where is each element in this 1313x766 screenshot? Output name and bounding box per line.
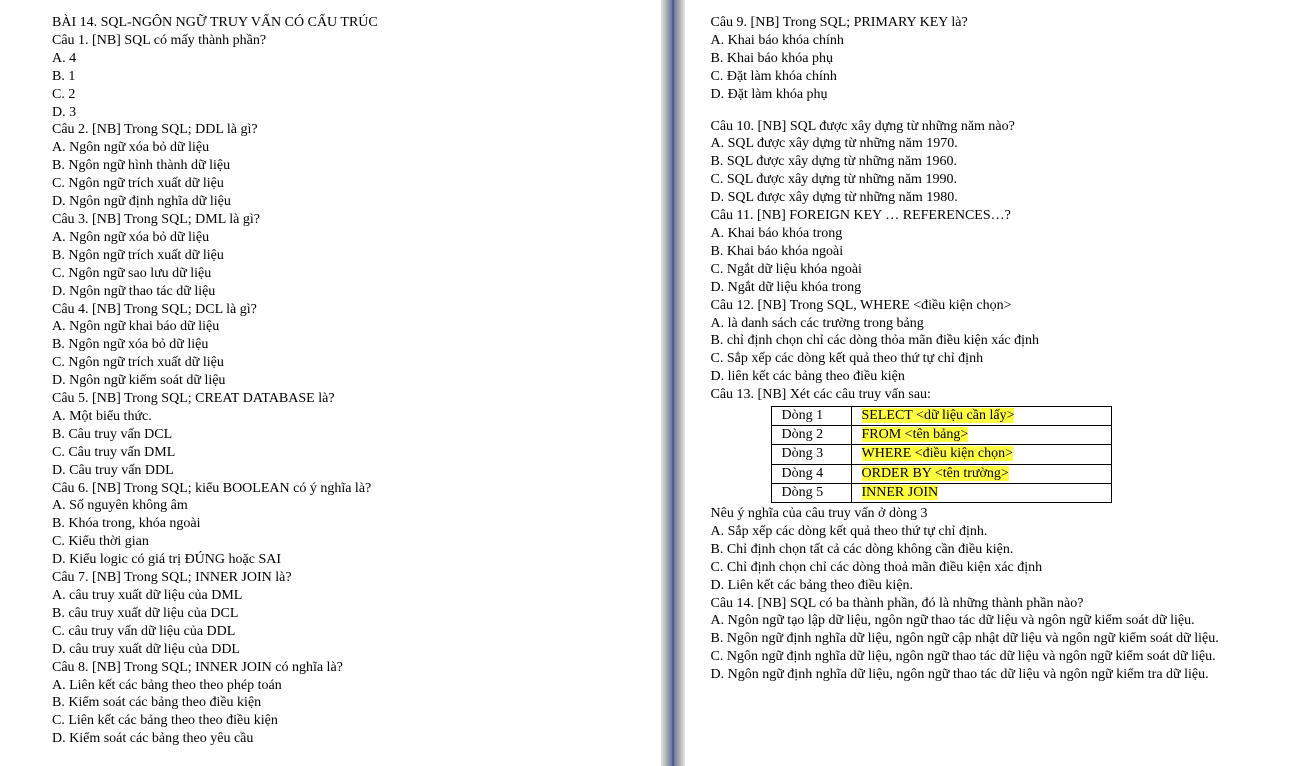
question-12: Câu 12. [NB] Trong SQL, WHERE <điều kiện…: [711, 297, 1296, 315]
document-spread: BÀI 14. SQL-NGÔN NGỮ TRUY VẤN CÓ CẤU TRÚ…: [0, 0, 1313, 766]
q11-option-b: B. Khai báo khóa ngoài: [711, 243, 1296, 261]
question-8: Câu 8. [NB] Trong SQL; INNER JOIN có ngh…: [52, 659, 637, 677]
q14-option-b: B. Ngôn ngữ định nghĩa dữ liệu, ngôn ngữ…: [711, 630, 1296, 648]
highlighted-text: WHERE <điều kiện chọn>: [862, 446, 1013, 461]
q3-option-d: D. Ngôn ngữ thao tác dữ liệu: [52, 283, 637, 301]
q9-option-a: A. Khai báo khóa chính: [711, 32, 1296, 50]
q4-option-b: B. Ngôn ngữ xóa bỏ dữ liệu: [52, 336, 637, 354]
q1-option-a: A. 4: [52, 50, 637, 68]
q12-option-c: C. Sắp xếp các dòng kết quả theo thứ tự …: [711, 350, 1296, 368]
q5-option-a: A. Một biểu thức.: [52, 408, 637, 426]
q14-option-a: A. Ngôn ngữ tạo lập dữ liệu, ngôn ngữ th…: [711, 612, 1296, 630]
page-right: Câu 9. [NB] Trong SQL; PRIMARY KEY là? A…: [685, 0, 1313, 766]
page-left: BÀI 14. SQL-NGÔN NGỮ TRUY VẤN CÓ CẤU TRÚ…: [0, 0, 661, 766]
q8-option-c: C. Liên kết các bảng theo theo điều kiện: [52, 712, 637, 730]
q2-option-b: B. Ngôn ngữ hình thành dữ liệu: [52, 157, 637, 175]
question-6: Câu 6. [NB] Trong SQL; kiểu BOOLEAN có ý…: [52, 480, 637, 498]
cell-sql: INNER JOIN: [851, 483, 1111, 502]
q14-option-d: D. Ngôn ngữ định nghĩa dữ liệu, ngôn ngữ…: [711, 666, 1296, 684]
q12-option-a: A. là danh sách các trường trong bảng: [711, 315, 1296, 333]
q6-option-c: C. Kiểu thời gian: [52, 533, 637, 551]
q4-option-a: A. Ngôn ngữ khai báo dữ liệu: [52, 318, 637, 336]
table-row: Dòng 5 INNER JOIN: [771, 483, 1111, 502]
q3-option-b: B. Ngôn ngữ trích xuất dữ liệu: [52, 247, 637, 265]
q7-option-d: D. câu truy xuất dữ liệu của DDL: [52, 641, 637, 659]
q6-option-d: D. Kiểu logic có giá trị ĐÚNG hoặc SAI: [52, 551, 637, 569]
q13-option-b: B. Chỉ định chọn tất cả các dòng không c…: [711, 541, 1296, 559]
highlighted-text: ORDER BY <tên trường>: [862, 466, 1009, 481]
cell-row-label: Dòng 3: [771, 445, 851, 464]
q13-option-c: C. Chỉ định chọn chỉ các dòng thoả mãn đ…: [711, 559, 1296, 577]
q6-option-b: B. Khóa trong, khóa ngoài: [52, 515, 637, 533]
q11-option-a: A. Khai báo khóa trong: [711, 225, 1296, 243]
q12-option-b: B. chỉ định chọn chỉ các dòng thỏa mãn đ…: [711, 332, 1296, 350]
q10-option-b: B. SQL được xây dựng từ những năm 1960.: [711, 153, 1296, 171]
question-11: Câu 11. [NB] FOREIGN KEY … REFERENCES…?: [711, 207, 1296, 225]
q8-option-b: B. Kiểm soát các bảng theo điều kiện: [52, 694, 637, 712]
q2-option-a: A. Ngôn ngữ xóa bỏ dữ liệu: [52, 139, 637, 157]
q8-option-d: D. Kiểm soát các bảng theo yêu cầu: [52, 730, 637, 748]
lesson-title: BÀI 14. SQL-NGÔN NGỮ TRUY VẤN CÓ CẤU TRÚ…: [52, 14, 637, 32]
q7-option-b: B. câu truy xuất dữ liệu của DCL: [52, 605, 637, 623]
q9-option-b: B. Khai báo khóa phụ: [711, 50, 1296, 68]
q2-option-d: D. Ngôn ngữ định nghĩa dữ liệu: [52, 193, 637, 211]
cell-row-label: Dòng 5: [771, 483, 851, 502]
cell-sql: WHERE <điều kiện chọn>: [851, 445, 1111, 464]
blank-line: [711, 104, 1296, 118]
q11-option-d: D. Ngắt dữ liệu khóa trong: [711, 279, 1296, 297]
sql-query-table: Dòng 1 SELECT <dữ liệu cần lấy> Dòng 2 F…: [771, 406, 1112, 503]
q9-option-d: D. Đặt làm khóa phụ: [711, 86, 1296, 104]
q5-option-d: D. Câu truy vấn DDL: [52, 462, 637, 480]
q11-option-c: C. Ngắt dữ liệu khóa ngoài: [711, 261, 1296, 279]
q7-option-c: C. câu truy vấn dữ liệu của DDL: [52, 623, 637, 641]
q8-option-a: A. Liên kết các bảng theo theo phép toán: [52, 677, 637, 695]
question-10: Câu 10. [NB] SQL được xây dựng từ những …: [711, 118, 1296, 136]
q4-option-d: D. Ngôn ngữ kiểm soát dữ liệu: [52, 372, 637, 390]
q2-option-c: C. Ngôn ngữ trích xuất dữ liệu: [52, 175, 637, 193]
q5-option-c: C. Câu truy vấn DML: [52, 444, 637, 462]
cell-sql: SELECT <dữ liệu cần lấy>: [851, 407, 1111, 426]
highlighted-text: SELECT <dữ liệu cần lấy>: [862, 408, 1015, 423]
question-14: Câu 14. [NB] SQL có ba thành phần, đó là…: [711, 595, 1296, 613]
cell-row-label: Dòng 4: [771, 464, 851, 483]
table-row: Dòng 1 SELECT <dữ liệu cần lấy>: [771, 407, 1111, 426]
page-divider: [661, 0, 685, 766]
question-13-prompt: Nêu ý nghĩa của câu truy vấn ở dòng 3: [711, 505, 1296, 523]
table-row: Dòng 4 ORDER BY <tên trường>: [771, 464, 1111, 483]
q3-option-a: A. Ngôn ngữ xóa bỏ dữ liệu: [52, 229, 637, 247]
question-1: Câu 1. [NB] SQL có mấy thành phần?: [52, 32, 637, 50]
table-row: Dòng 3 WHERE <điều kiện chọn>: [771, 445, 1111, 464]
question-7: Câu 7. [NB] Trong SQL; INNER JOIN là?: [52, 569, 637, 587]
cell-row-label: Dòng 1: [771, 407, 851, 426]
cell-sql: FROM <tên bảng>: [851, 426, 1111, 445]
q14-option-c: C. Ngôn ngữ định nghĩa dữ liệu, ngôn ngữ…: [711, 648, 1296, 666]
q13-option-d: D. Liên kết các bảng theo điều kiện.: [711, 577, 1296, 595]
q7-option-a: A. câu truy xuất dữ liệu của DML: [52, 587, 637, 605]
question-2: Câu 2. [NB] Trong SQL; DDL là gì?: [52, 121, 637, 139]
q3-option-c: C. Ngôn ngữ sao lưu dữ liệu: [52, 265, 637, 283]
q1-option-c: C. 2: [52, 86, 637, 104]
question-5: Câu 5. [NB] Trong SQL; CREAT DATABASE là…: [52, 390, 637, 408]
q9-option-c: C. Đặt làm khóa chính: [711, 68, 1296, 86]
cell-row-label: Dòng 2: [771, 426, 851, 445]
q5-option-b: B. Câu truy vấn DCL: [52, 426, 637, 444]
q1-option-b: B. 1: [52, 68, 637, 86]
highlighted-text: FROM <tên bảng>: [862, 427, 969, 442]
q6-option-a: A. Số nguyên không âm: [52, 497, 637, 515]
highlighted-text: INNER JOIN: [862, 485, 939, 500]
table-row: Dòng 2 FROM <tên bảng>: [771, 426, 1111, 445]
question-13: Câu 13. [NB] Xét các câu truy vấn sau:: [711, 386, 1296, 404]
q10-option-c: C. SQL được xây dựng từ những năm 1990.: [711, 171, 1296, 189]
question-9: Câu 9. [NB] Trong SQL; PRIMARY KEY là?: [711, 14, 1296, 32]
q1-option-d: D. 3: [52, 104, 637, 122]
question-4: Câu 4. [NB] Trong SQL; DCL là gì?: [52, 301, 637, 319]
q10-option-d: D. SQL được xây dựng từ những năm 1980.: [711, 189, 1296, 207]
q4-option-c: C. Ngôn ngữ trích xuất dữ liệu: [52, 354, 637, 372]
cell-sql: ORDER BY <tên trường>: [851, 464, 1111, 483]
q13-option-a: A. Sắp xếp các dòng kết quả theo thứ tự …: [711, 523, 1296, 541]
q12-option-d: D. liên kết các bảng theo điều kiện: [711, 368, 1296, 386]
q10-option-a: A. SQL được xây dựng từ những năm 1970.: [711, 135, 1296, 153]
question-3: Câu 3. [NB] Trong SQL; DML là gì?: [52, 211, 637, 229]
